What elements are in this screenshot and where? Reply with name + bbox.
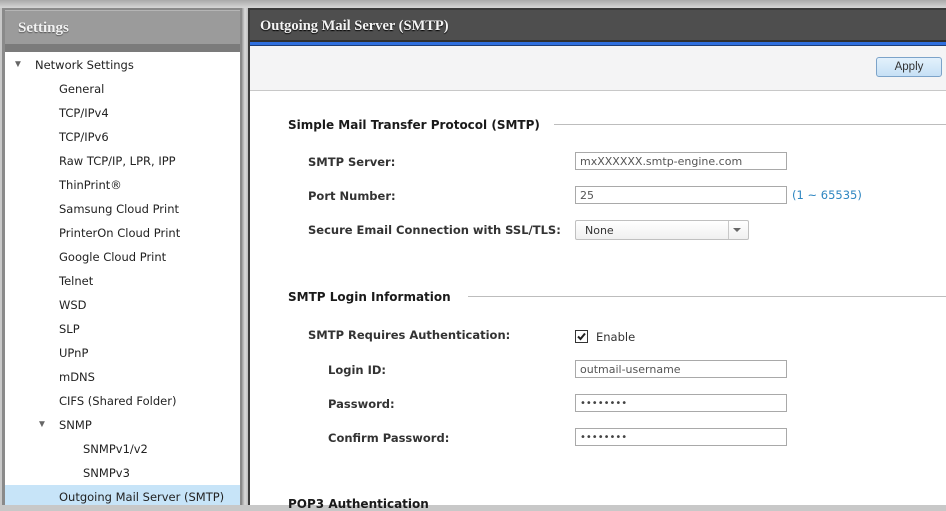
auth-enable-checkbox[interactable] (575, 330, 588, 343)
login-section-title: SMTP Login Information (288, 290, 451, 304)
sidebar-item[interactable]: General (5, 77, 240, 101)
sidebar-header-band (5, 44, 240, 52)
sidebar-item-label: mDNS (59, 370, 95, 384)
login-section-rule (468, 296, 946, 297)
settings-sidebar: Settings ▼ Network Settings General TCP/IPv… (2, 8, 242, 505)
sidebar-item[interactable]: Telnet (5, 269, 240, 293)
sidebar-item-label: ThinPrint® (59, 178, 122, 192)
sidebar-item-label: TCP/IPv4 (59, 106, 109, 120)
login-id-label: Login ID: (328, 363, 387, 377)
sidebar-header: Settings (5, 10, 240, 45)
sidebar-item[interactable]: CIFS (Shared Folder) (5, 389, 240, 413)
sidebar-item-label: Google Cloud Print (59, 250, 167, 264)
sidebar-item-label: General (59, 82, 105, 96)
main-panel: Outgoing Mail Server (SMTP) Apply Simple… (248, 8, 946, 511)
sidebar-item[interactable]: ▼ Network Settings (5, 53, 240, 77)
apply-button[interactable]: Apply (876, 57, 942, 77)
port-range-hint: (1 ~ 65535) (792, 188, 862, 202)
sidebar-item-label: Telnet (59, 274, 94, 288)
sidebar-item-label: Network Settings (35, 58, 134, 72)
sidebar-item[interactable]: SNMPv1/v2 (5, 437, 240, 461)
sidebar-item[interactable]: SNMPv3 (5, 461, 240, 485)
window-top-border (0, 0, 946, 8)
confirm-password-input[interactable]: •••••••• (575, 428, 787, 446)
sidebar-item[interactable]: TCP/IPv4 (5, 101, 240, 125)
smtp-server-input[interactable]: mxXXXXXX.smtp-engine.com (575, 152, 787, 170)
sidebar-item[interactable]: UPnP (5, 341, 240, 365)
sidebar-item-label: TCP/IPv6 (59, 130, 109, 144)
sidebar-item[interactable]: ▼ SNMP (5, 413, 240, 437)
sidebar-item-label: SLP (59, 322, 80, 336)
panel-header: Outgoing Mail Server (SMTP) (250, 8, 946, 40)
smtp-server-label: SMTP Server: (308, 155, 396, 169)
sidebar-item[interactable]: Samsung Cloud Print (5, 197, 240, 221)
sidebar-item[interactable]: Raw TCP/IP, LPR, IPP (5, 149, 240, 173)
settings-tree: ▼ Network Settings General TCP/IPv4 TCP/IPv6… (5, 52, 240, 505)
login-id-input[interactable]: outmail-username (575, 360, 787, 378)
page-title: Outgoing Mail Server (SMTP) (260, 18, 449, 34)
auth-enable-label: Enable (596, 330, 636, 344)
sidebar-item[interactable]: ThinPrint® (5, 173, 240, 197)
sidebar-item-label: WSD (59, 298, 87, 312)
sidebar-item[interactable]: SLP (5, 317, 240, 341)
chevron-down-icon[interactable] (733, 228, 741, 232)
sidebar-item-label: Outgoing Mail Server (SMTP) (59, 490, 225, 504)
sidebar-item-label: UPnP (59, 346, 89, 360)
sidebar-item-label: Samsung Cloud Print (59, 202, 180, 216)
smtp-section-rule (554, 124, 946, 125)
sidebar-item-label: CIFS (Shared Folder) (59, 394, 177, 408)
password-label: Password: (328, 397, 395, 411)
sidebar-item-label: SNMP (59, 418, 92, 432)
checkmark-icon (577, 332, 586, 341)
sidebar-item[interactable]: WSD (5, 293, 240, 317)
sidebar-item-label: Raw TCP/IP, LPR, IPP (59, 154, 176, 168)
sidebar-item[interactable]: Google Cloud Print (5, 245, 240, 269)
sidebar-item[interactable]: PrinterOn Cloud Print (5, 221, 240, 245)
sidebar-item[interactable]: TCP/IPv6 (5, 125, 240, 149)
select-separator (728, 221, 729, 239)
sidebar-item[interactable]: Outgoing Mail Server (SMTP) (5, 485, 240, 505)
sidebar-title: Settings (18, 20, 69, 36)
ssl-tls-label: Secure Email Connection with SSL/TLS: (308, 223, 561, 237)
smtp-section-title: Simple Mail Transfer Protocol (SMTP) (288, 118, 540, 132)
sidebar-item-label: PrinterOn Cloud Print (59, 226, 181, 240)
caret-down-icon[interactable]: ▼ (13, 53, 23, 77)
sidebar-item-label: SNMPv1/v2 (83, 442, 148, 456)
port-number-input[interactable]: 25 (575, 186, 787, 204)
caret-down-icon[interactable]: ▼ (37, 413, 47, 437)
ssl-tls-selected-value: None (585, 224, 614, 237)
sidebar-item-label: SNMPv3 (83, 466, 130, 480)
ssl-tls-select[interactable]: None (575, 220, 749, 240)
password-input[interactable]: •••••••• (575, 394, 787, 412)
sidebar-item[interactable]: mDNS (5, 365, 240, 389)
auth-required-label: SMTP Requires Authentication: (308, 328, 511, 342)
port-number-label: Port Number: (308, 189, 396, 203)
toolbar: Apply (250, 46, 946, 91)
confirm-password-label: Confirm Password: (328, 431, 450, 445)
pop3-section-title: POP3 Authentication (288, 497, 429, 511)
